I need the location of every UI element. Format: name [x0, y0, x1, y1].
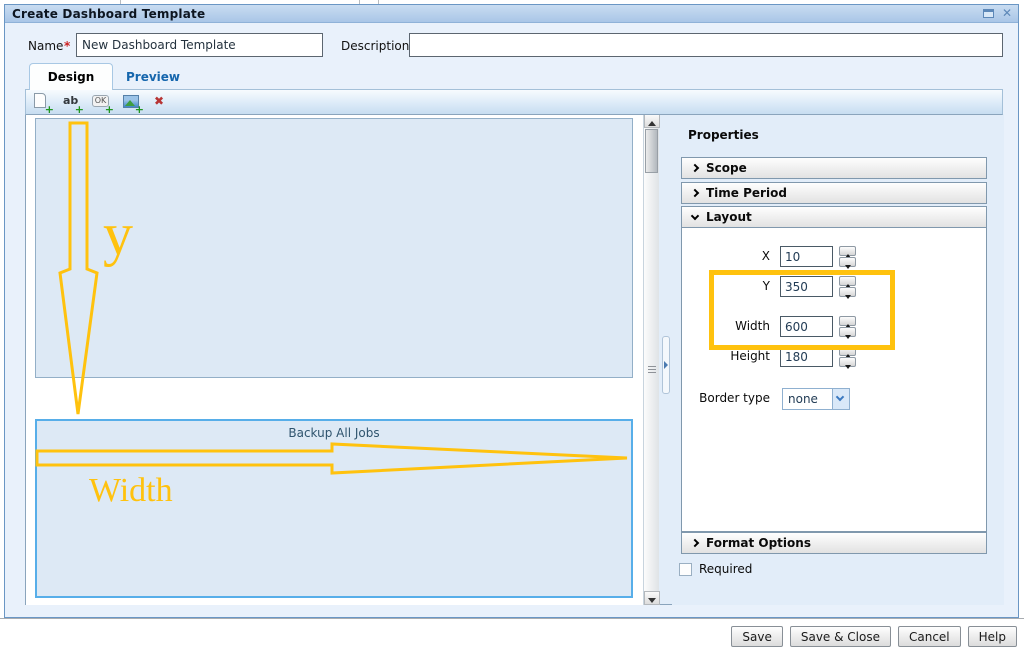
width-spin-up-button[interactable] — [839, 316, 856, 326]
layout-row-y: Y — [682, 276, 988, 297]
splitter-handle[interactable] — [662, 336, 670, 394]
layout-section-body: X Y — [681, 228, 987, 532]
height-label: Height — [682, 349, 770, 363]
section-time-period-label: Time Period — [706, 186, 787, 200]
dropdown-button[interactable] — [832, 389, 849, 409]
help-button[interactable]: Help — [968, 626, 1017, 647]
section-layout-label: Layout — [706, 210, 752, 224]
properties-panel: Properties Scope Time Period Layout X — [672, 114, 1004, 605]
scrollbar-thumb[interactable] — [645, 129, 658, 173]
spinner-down-icon — [845, 295, 851, 299]
properties-title: Properties — [688, 128, 759, 142]
chevron-right-icon — [691, 164, 699, 172]
plus-icon: + — [75, 105, 84, 115]
border-type-value: none — [788, 392, 818, 406]
dialog-title: Create Dashboard Template — [5, 7, 205, 21]
border-type-dropdown[interactable]: none — [782, 388, 850, 410]
section-format-options[interactable]: Format Options — [681, 532, 987, 554]
spinner-down-icon — [845, 365, 851, 369]
save-and-close-button[interactable]: Save & Close — [790, 626, 891, 647]
plus-icon: + — [135, 105, 144, 115]
footer-button-bar: Save Save & Close Cancel Help — [0, 618, 1024, 650]
design-toolbar: + ab + OK + + ✖ — [25, 89, 1003, 115]
delete-icon: ✖ — [154, 94, 164, 108]
x-spin-up-button[interactable] — [839, 246, 856, 256]
layout-row-x: X — [682, 246, 988, 267]
height-spin-up-button[interactable] — [839, 346, 856, 356]
dialog-titlebar[interactable]: Create Dashboard Template ✕ — [5, 5, 1018, 23]
scroll-down-button[interactable] — [644, 591, 660, 605]
canvas-vertical-scrollbar[interactable] — [643, 114, 659, 605]
width-spin-down-button[interactable] — [839, 327, 856, 337]
restore-icon[interactable] — [983, 9, 994, 18]
required-checkbox[interactable] — [679, 563, 692, 576]
y-spin-up-button[interactable] — [839, 276, 856, 286]
y-label: Y — [682, 279, 770, 293]
required-label: Required — [699, 562, 752, 576]
design-canvas[interactable]: Backup All Jobs y Width — [26, 114, 643, 605]
create-dashboard-template-dialog: Create Dashboard Template ✕ Name * Descr… — [4, 4, 1019, 618]
border-type-label: Border type — [682, 391, 770, 405]
plus-icon: + — [45, 105, 54, 115]
add-image-button[interactable]: + — [122, 92, 142, 112]
scroll-up-button[interactable] — [644, 114, 660, 128]
screen: Create Dashboard Template ✕ Name * Descr… — [0, 0, 1024, 650]
height-input[interactable] — [780, 346, 833, 367]
section-scope[interactable]: Scope — [681, 157, 987, 179]
spinner-down-icon — [845, 265, 851, 269]
cancel-button[interactable]: Cancel — [898, 626, 961, 647]
tab-preview[interactable]: Preview — [113, 65, 193, 90]
add-panel-button[interactable]: + — [32, 92, 52, 112]
section-time-period[interactable]: Time Period — [681, 182, 987, 204]
panel-splitter[interactable] — [659, 114, 672, 605]
layout-row-width: Width — [682, 316, 988, 337]
dashboard-widget-top[interactable] — [35, 118, 633, 378]
section-scope-label: Scope — [706, 161, 747, 175]
section-format-options-label: Format Options — [706, 536, 811, 550]
layout-row-height: Height — [682, 346, 988, 367]
name-label: Name — [28, 39, 63, 53]
chevron-down-icon — [691, 211, 699, 219]
scrollbar-grip — [648, 366, 656, 375]
dashboard-widget-selected[interactable]: Backup All Jobs — [35, 419, 633, 598]
width-input[interactable] — [780, 316, 833, 337]
chevron-right-icon — [691, 539, 699, 547]
add-ok-button-button[interactable]: OK + — [92, 92, 112, 112]
close-icon[interactable]: ✕ — [1002, 7, 1012, 19]
chevron-right-icon — [691, 189, 699, 197]
layout-row-border-type: Border type none — [682, 388, 988, 410]
arrow-up-icon — [648, 121, 656, 126]
x-input[interactable] — [780, 246, 833, 267]
chevron-down-icon — [836, 393, 844, 401]
width-label: Width — [682, 319, 770, 333]
x-spin-down-button[interactable] — [839, 257, 856, 267]
spinner-down-icon — [845, 335, 851, 339]
section-layout[interactable]: Layout — [681, 206, 987, 228]
tab-design[interactable]: Design — [29, 63, 113, 90]
delete-button[interactable]: ✖ — [152, 92, 172, 112]
name-input[interactable] — [76, 33, 323, 57]
required-asterisk: * — [64, 39, 70, 53]
collapse-arrow-icon — [664, 361, 668, 369]
arrow-down-icon — [648, 598, 656, 603]
height-spin-down-button[interactable] — [839, 357, 856, 367]
y-input[interactable] — [780, 276, 833, 297]
y-spin-down-button[interactable] — [839, 287, 856, 297]
plus-icon: + — [105, 105, 114, 115]
description-input[interactable] — [409, 33, 1003, 57]
required-row: Required — [679, 562, 752, 576]
widget-title: Backup All Jobs — [37, 421, 631, 440]
add-label-button[interactable]: ab + — [62, 92, 82, 112]
save-button[interactable]: Save — [731, 626, 782, 647]
design-content: Backup All Jobs y Width — [25, 114, 1003, 605]
x-label: X — [682, 249, 770, 263]
description-label: Description — [341, 39, 409, 53]
